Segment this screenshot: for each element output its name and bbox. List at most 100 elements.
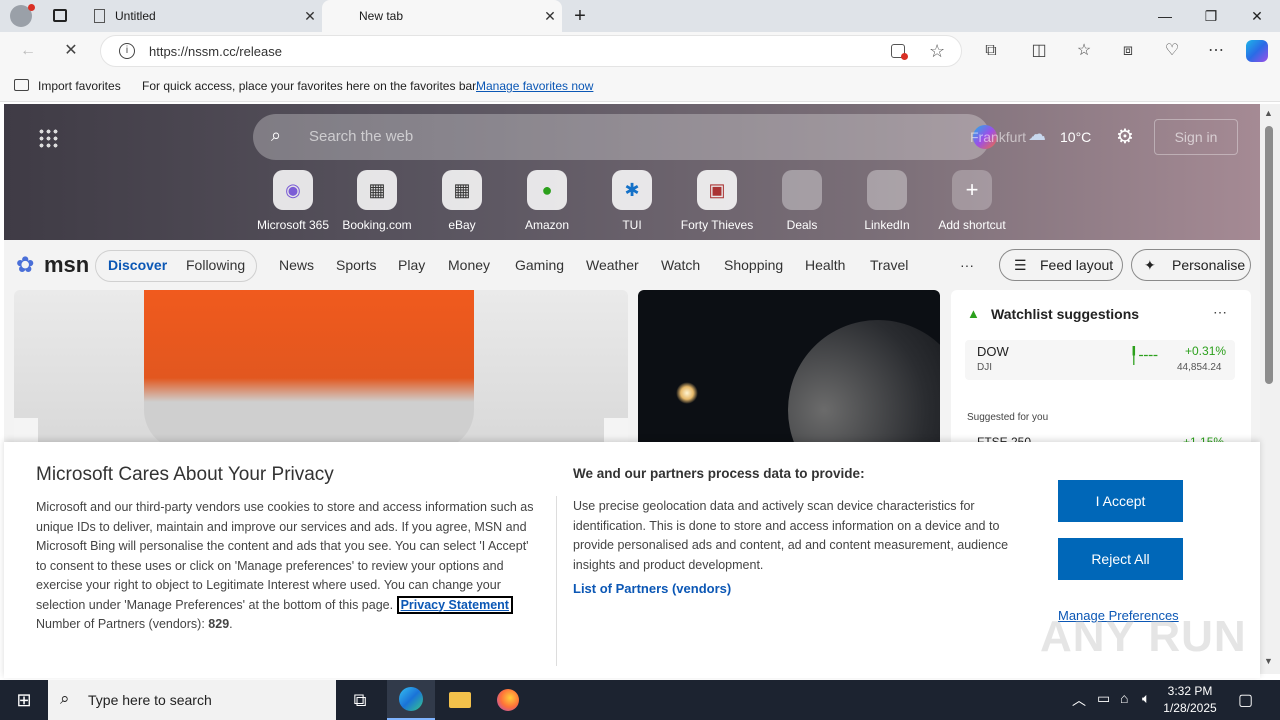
collections-icon[interactable]: ⧈	[1117, 40, 1139, 62]
new-tab-button[interactable]: +	[568, 4, 592, 28]
nav-news[interactable]: News	[279, 257, 314, 273]
restore-button[interactable]: ❐	[1188, 0, 1234, 32]
nav-money[interactable]: Money	[448, 257, 490, 273]
sliders-icon: ☰	[1014, 257, 1027, 273]
nav-gaming[interactable]: Gaming	[515, 257, 564, 273]
nav-travel[interactable]: Travel	[870, 257, 908, 273]
forty-thieves-icon: ▣	[697, 170, 737, 210]
nav-more-button[interactable]: ···	[960, 257, 974, 273]
network-icon[interactable]: ⌂	[1120, 690, 1128, 706]
favorite-star-icon[interactable]: ☆	[929, 41, 945, 62]
tab-new-tab[interactable]: New tab ✕	[322, 0, 562, 32]
task-view-icon[interactable]: ⧉	[336, 680, 384, 720]
search-placeholder: Search the web	[309, 128, 414, 145]
privacy-statement-link[interactable]: Privacy Statement	[396, 595, 513, 614]
url-text[interactable]: https://nssm.cc/release	[149, 44, 282, 59]
m365-icon: ◉	[273, 170, 313, 210]
extensions-icon[interactable]: ⧉	[980, 40, 1002, 62]
split-screen-icon[interactable]: ◫	[1028, 40, 1050, 62]
address-bar[interactable]: i https://nssm.cc/release ☆	[100, 35, 962, 67]
volume-icon[interactable]: 🔈︎	[1142, 690, 1150, 707]
page-scrollbar[interactable]: ▲ ▼	[1260, 104, 1280, 674]
feed-layout-button[interactable]: ☰ Feed layout	[999, 249, 1123, 281]
notifications-icon[interactable]: ▢	[1238, 690, 1253, 710]
tab-untitled[interactable]: Untitled ✕	[84, 0, 322, 32]
msn-logo[interactable]: msn	[44, 252, 89, 278]
shortcut-microsoft-365[interactable]: ◉ Microsoft 365	[251, 170, 335, 232]
news-card-hero[interactable]	[14, 290, 628, 450]
more-menu-icon[interactable]: ⋯	[1205, 40, 1227, 62]
edge-taskbar-icon[interactable]	[387, 680, 435, 720]
watchlist-title[interactable]: Watchlist suggestions	[991, 306, 1139, 322]
web-search-box[interactable]: ⌕ Search the web	[253, 114, 997, 160]
system-clock[interactable]: 3:32 PM 1/28/2025	[1160, 683, 1220, 717]
nav-shopping[interactable]: Shopping	[724, 257, 783, 273]
file-explorer-icon[interactable]	[436, 680, 484, 720]
tab-following[interactable]: Following	[186, 257, 245, 273]
shortcut-deals[interactable]: Deals	[760, 170, 844, 232]
back-icon[interactable]: ←	[17, 40, 39, 62]
shortcut-booking[interactable]: ▦ Booking.com	[335, 170, 419, 232]
stop-loading-icon[interactable]: ✕	[60, 40, 82, 62]
nav-weather[interactable]: Weather	[586, 257, 639, 273]
shortcut-ebay[interactable]: ▦ eBay	[420, 170, 504, 232]
firefox-icon[interactable]	[484, 680, 532, 720]
import-favorites-button[interactable]: Import favorites	[38, 79, 121, 93]
list-of-partners-link[interactable]: List of Partners (vendors)	[573, 581, 731, 596]
feed-layout-label: Feed layout	[1040, 257, 1114, 273]
taskbar-search-box[interactable]: ⌕ Type here to search	[48, 680, 336, 720]
amazon-icon: ●	[527, 170, 567, 210]
start-button[interactable]: ⊞	[0, 680, 48, 720]
privacy-consent-banner: Microsoft Cares About Your Privacy Micro…	[4, 442, 1260, 678]
shortcut-tui[interactable]: ✱ TUI	[590, 170, 674, 232]
stock-symbol: DOW	[977, 344, 1009, 359]
reject-all-button[interactable]: Reject All	[1058, 538, 1183, 580]
nav-sports[interactable]: Sports	[336, 257, 376, 273]
hero-background: ⌕ Search the web Frankfurt ☁ 10°C ⚙ Sign…	[4, 104, 1260, 240]
close-window-button[interactable]: ✕	[1234, 0, 1280, 32]
personalise-button[interactable]: ✦ Personalise	[1131, 249, 1251, 281]
booking-icon: ▦	[357, 170, 397, 210]
minimize-button[interactable]: —	[1142, 0, 1188, 32]
weather-temp[interactable]: 10°C	[1060, 129, 1091, 145]
watchlist-more-icon[interactable]: ⋯	[1213, 304, 1227, 321]
shortcut-label: Add shortcut	[938, 218, 1006, 232]
settings-gear-icon[interactable]: ⚙	[1116, 124, 1134, 149]
watchlist-row-dow[interactable]: DOW DJI ╿╌╌ +0.31% 44,854.24	[965, 340, 1235, 380]
close-tab-icon[interactable]: ✕	[538, 8, 562, 25]
performance-icon[interactable]: ♡	[1161, 40, 1183, 62]
sign-in-button[interactable]: Sign in	[1154, 119, 1238, 155]
favorites-icon[interactable]: ☆	[1073, 40, 1095, 62]
shortcut-amazon[interactable]: ● Amazon	[505, 170, 589, 232]
add-shortcut-button[interactable]: + Add shortcut	[930, 170, 1014, 232]
windows-taskbar: ⊞ ⌕ Type here to search ⧉ ︿ ▭ ⌂ 🔈︎ 3:32 …	[0, 680, 1280, 720]
shortcut-label: Booking.com	[342, 218, 412, 232]
shortcut-label: Deals	[786, 218, 818, 232]
tray-chevron-icon[interactable]: ︿	[1072, 690, 1086, 710]
sparkline: ╿╌╌	[1129, 348, 1158, 365]
nav-play[interactable]: Play	[398, 257, 425, 273]
shortcut-linkedin[interactable]: LinkedIn	[845, 170, 929, 232]
scroll-up-icon[interactable]: ▲	[1264, 108, 1273, 118]
shortcut-label: Microsoft 365	[256, 218, 330, 232]
news-card-space[interactable]	[638, 290, 940, 450]
tray-device-icon[interactable]: ▭	[1097, 690, 1110, 707]
tab-discover[interactable]: Discover	[108, 257, 167, 273]
copilot-icon[interactable]	[1246, 40, 1268, 62]
tab-actions-icon[interactable]	[53, 9, 67, 22]
location-label[interactable]: Frankfurt	[970, 129, 1026, 145]
page-icon	[94, 9, 105, 23]
shortcut-forty-thieves[interactable]: ▣ Forty Thieves	[675, 170, 759, 232]
nav-health[interactable]: Health	[805, 257, 845, 273]
shortcut-label: Amazon	[524, 218, 570, 232]
navigation-bar: ← ✕ i https://nssm.cc/release ☆ ⧉ ◫ ☆ ⧈ …	[0, 32, 1280, 70]
app-launcher-icon[interactable]	[38, 128, 58, 148]
import-favorites-icon[interactable]	[14, 79, 29, 91]
scroll-down-icon[interactable]: ▼	[1264, 656, 1273, 666]
accept-button[interactable]: I Accept	[1058, 480, 1183, 522]
close-tab-icon[interactable]: ✕	[298, 8, 322, 25]
scroll-thumb[interactable]	[1265, 126, 1273, 384]
manage-favorites-link[interactable]: Manage favorites now	[476, 79, 593, 93]
nav-watch[interactable]: Watch	[661, 257, 700, 273]
info-icon[interactable]: i	[119, 43, 135, 59]
